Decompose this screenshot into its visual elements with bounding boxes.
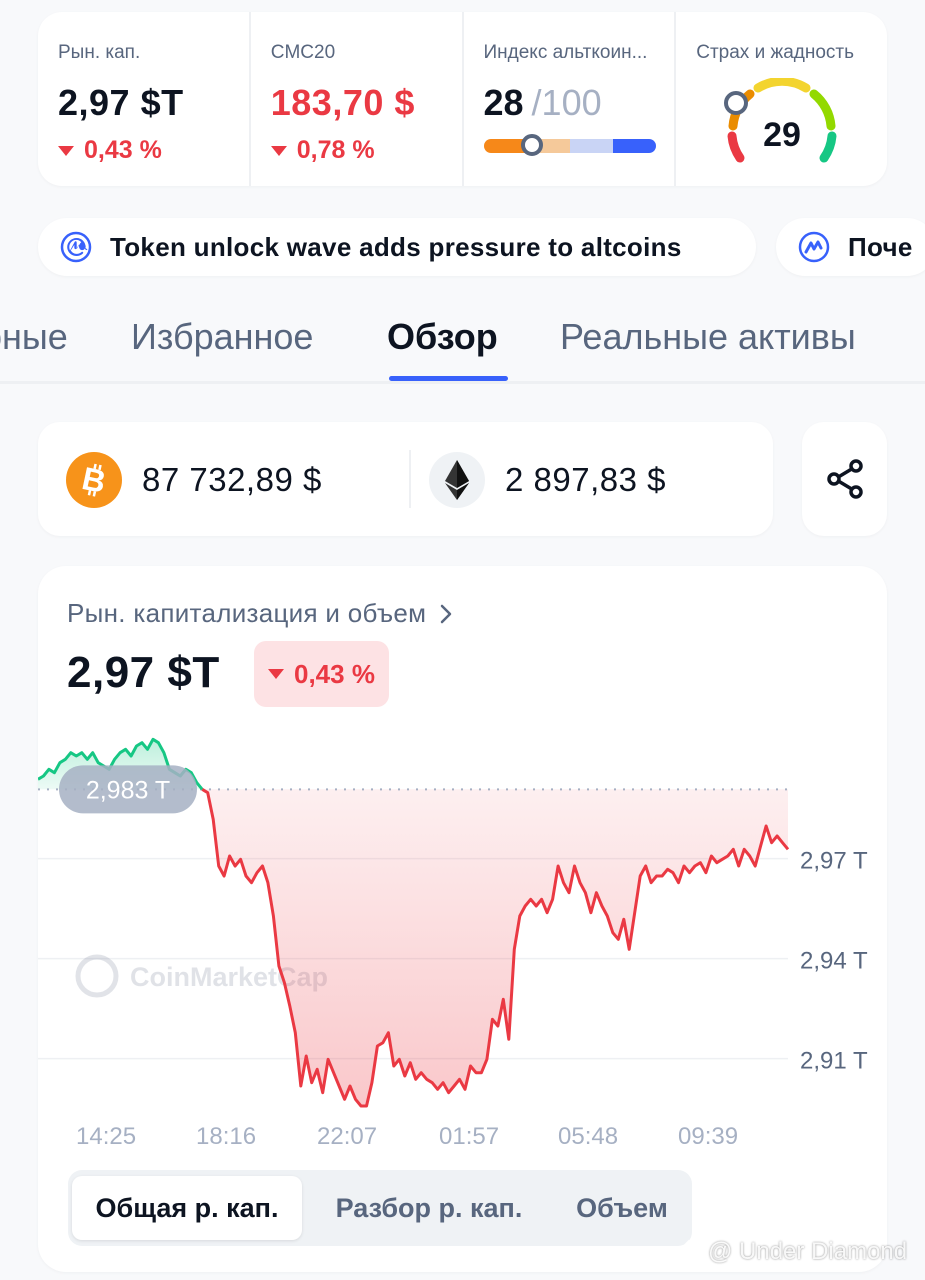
coin-prices-card: B 87 732,89 $ 2 897,83 $ <box>38 422 773 536</box>
market-cap-value: 2,97 $T <box>58 82 184 123</box>
tab-real-assets[interactable]: Реальные активы <box>560 316 856 358</box>
market-cap-chart-card: 2,97 T 2,94 T 2,91 T CoinMarketCap 2,983 T 14… <box>38 566 887 1272</box>
market-stats-card: Рын. кап. 2,97 $T 0,43 % CMC20 183,70 $ … <box>38 12 887 186</box>
eth-price-item[interactable]: 2 897,83 $ <box>429 452 666 508</box>
active-tab-indicator <box>389 376 508 381</box>
news-text-2: Поче <box>848 231 913 262</box>
down-triangle-icon <box>58 145 74 156</box>
cmc20-stat[interactable]: CMC20 183,70 $ 0,78 % <box>248 12 462 186</box>
chart-segment-control: Общая р. кап. Разбор р. кап. Объем <box>68 1170 692 1246</box>
segment-total-cap[interactable]: Общая р. кап. <box>72 1176 302 1240</box>
chart-change-badge: 0,43 % <box>254 641 389 707</box>
coinmarketcap-logo-icon <box>798 231 830 263</box>
x-tick-label: 05:48 <box>558 1123 618 1150</box>
fear-greed-knob <box>724 91 749 115</box>
cmc20-change: 0,78 % <box>270 136 462 165</box>
altcoin-index-value: 28 <box>483 82 524 123</box>
market-cap-change: 0,43 % <box>58 136 249 165</box>
cmc20-change-text: 0,78 % <box>296 136 375 164</box>
altcoin-index-label: Индекс альткоин... <box>483 42 648 63</box>
fear-greed-value: 29 <box>763 116 801 154</box>
x-tick-label: 22:07 <box>317 1123 377 1150</box>
fear-greed-gauge: 29 <box>724 78 837 163</box>
altcoin-index-knob <box>520 134 543 156</box>
category-tabs: рные Избранное Обзор Реальные активы <box>0 306 925 384</box>
tab-favorites[interactable]: Избранное <box>131 316 313 358</box>
tab-partial[interactable]: рные <box>0 316 68 358</box>
divider <box>409 450 411 508</box>
x-tick-label: 09:39 <box>678 1123 738 1150</box>
news-pill-2[interactable]: Поче <box>776 218 925 276</box>
fear-greed-stat[interactable]: Страх и жадность 29 <box>674 12 887 186</box>
binance-square-icon <box>676 1239 702 1265</box>
ethereum-icon <box>429 452 485 508</box>
x-tick-label: 01:57 <box>439 1123 499 1150</box>
cmc20-label: CMC20 <box>270 42 336 63</box>
user-watermark: @ Under Diamond <box>676 1238 907 1266</box>
market-cap-stat[interactable]: Рын. кап. 2,97 $T 0,43 % <box>38 12 249 186</box>
watermark-text: @ Under Diamond <box>708 1238 908 1265</box>
chevron-right-icon <box>441 604 452 623</box>
news-pill-1[interactable]: Token unlock wave adds pressure to altco… <box>38 218 756 276</box>
x-tick-label: 18:16 <box>196 1123 256 1150</box>
chart-total-value: 2,97 $T <box>67 648 220 697</box>
cmc20-value: 183,70 $ <box>270 82 415 123</box>
btc-price-item[interactable]: B 87 732,89 $ <box>66 452 322 508</box>
market-cap-change-text: 0,43 % <box>84 136 162 164</box>
y-tick-label: 2,94 T <box>800 948 868 975</box>
chart-title: Рын. капитализация и объем <box>67 598 427 628</box>
x-tick-label: 14:25 <box>76 1123 136 1150</box>
eth-price: 2 897,83 $ <box>505 461 666 498</box>
y-tick-label: 2,91 T <box>800 1048 868 1075</box>
altcoin-index-bar <box>483 139 656 153</box>
altcoin-index-max: /100 <box>531 82 602 123</box>
down-triangle-icon <box>268 669 284 679</box>
share-icon <box>826 459 863 499</box>
chart-title-link[interactable]: Рын. капитализация и объем <box>67 598 452 629</box>
segment-volume[interactable]: Объем <box>556 1176 688 1240</box>
coinmarketcap-logo-icon <box>60 231 92 263</box>
chart-change-text: 0,43 % <box>294 658 375 689</box>
y-tick-label: 2,97 T <box>800 848 868 875</box>
segment-cap-breakdown[interactable]: Разбор р. кап. <box>318 1176 540 1240</box>
tab-overview[interactable]: Обзор <box>387 316 498 358</box>
btc-price: 87 732,89 $ <box>142 461 322 498</box>
baseline-label: 2,983 T <box>86 776 170 804</box>
market-cap-label: Рын. кап. <box>58 42 141 63</box>
down-triangle-icon <box>270 145 287 156</box>
altcoin-index-value-row: 28/100 <box>484 82 675 124</box>
bitcoin-icon: B <box>66 452 122 508</box>
news-text-1: Token unlock wave adds pressure to altco… <box>110 231 682 262</box>
fear-greed-label: Страх и жадность <box>696 42 855 63</box>
share-button[interactable] <box>802 422 887 536</box>
altcoin-index-stat[interactable]: Индекс альткоин... 28/100 <box>461 12 675 186</box>
